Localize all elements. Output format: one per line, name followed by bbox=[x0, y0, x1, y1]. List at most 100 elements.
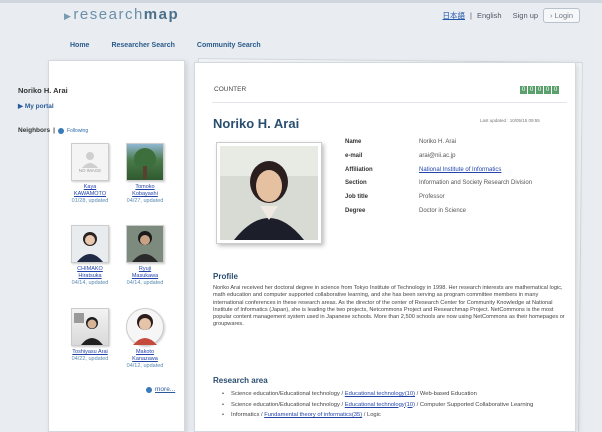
person-photo-thumbnail bbox=[126, 308, 164, 346]
person-icon bbox=[133, 314, 157, 345]
neighbor-name[interactable]: Kaya bbox=[62, 184, 118, 191]
research-area-topic: / Computer Supported Collaborative Learn… bbox=[415, 401, 534, 408]
counter-digit: 0 bbox=[552, 86, 559, 94]
neighbor-updated: 04/14, updated bbox=[71, 279, 109, 286]
logo-map-text: map bbox=[143, 6, 180, 23]
counter-digit: 0 bbox=[544, 86, 551, 94]
neighbor-card[interactable]: Ryuji Masukawa 04/14, updated bbox=[117, 225, 173, 287]
research-area-item: Informatics / Fundamental theory of info… bbox=[222, 412, 567, 420]
counter-digit: 0 bbox=[536, 86, 543, 94]
signup-link[interactable]: Sign up bbox=[513, 11, 538, 20]
following-link[interactable]: Following bbox=[67, 128, 88, 134]
main-nav: Home Researcher Search Community Search bbox=[70, 42, 261, 49]
nav-researcher-search[interactable]: Researcher Search bbox=[111, 42, 174, 49]
japanese-link[interactable]: 日本語 bbox=[443, 10, 466, 21]
neighbor-name[interactable]: CHIMAKO bbox=[62, 266, 118, 273]
person-icon bbox=[74, 313, 103, 345]
login-arrow-icon: › bbox=[550, 11, 553, 20]
counter-label: COUNTER bbox=[214, 86, 247, 93]
last-updated: Last updated : 10/05/15 09:55 bbox=[480, 118, 540, 123]
research-area-link[interactable]: Educational technology(10) bbox=[345, 391, 415, 397]
info-row-name: Name Noriko H. Arai bbox=[345, 139, 570, 147]
user-silhouette-icon bbox=[82, 152, 98, 169]
person-photo-thumbnail bbox=[71, 225, 109, 263]
info-key: Section bbox=[345, 180, 367, 187]
sidebar-user-name: Noriko H. Arai bbox=[18, 86, 68, 95]
profile-description: Noriko Arai received her doctoral degree… bbox=[213, 285, 565, 328]
nav-home[interactable]: Home bbox=[70, 42, 89, 49]
neighbor-name[interactable]: Masukawa bbox=[117, 273, 173, 280]
neighbors-header: Neighbors | Following bbox=[18, 127, 88, 134]
person-icon bbox=[132, 231, 158, 262]
neighbor-updated: 04/14, updated bbox=[126, 279, 164, 286]
more-neighbors-link[interactable]: more... bbox=[146, 386, 175, 393]
neighbor-card[interactable]: CHIMAKO Hiratsuka 04/14, updated bbox=[62, 225, 118, 287]
info-key: Degree bbox=[345, 207, 366, 214]
info-key: e-mail bbox=[345, 152, 363, 159]
info-value: Professor bbox=[419, 194, 445, 201]
nav-community-search[interactable]: Community Search bbox=[197, 42, 261, 49]
counter-digit: 0 bbox=[520, 86, 527, 94]
info-row-affiliation: Affiliation National Institute of Inform… bbox=[345, 167, 570, 175]
link-separator: | bbox=[470, 11, 472, 20]
browser-top-strip bbox=[0, 0, 602, 3]
neighbor-updated: 04/22, updated bbox=[71, 355, 109, 362]
top-links: 日本語 | English Sign up › Login bbox=[443, 8, 580, 23]
research-area-item: Science education/Educational technology… bbox=[222, 402, 567, 410]
neighbor-name[interactable]: Makoto bbox=[117, 349, 173, 356]
my-portal-label: My portal bbox=[24, 103, 54, 110]
affiliation-link[interactable]: National Institute of Informatics bbox=[419, 167, 501, 175]
research-area-category: Science education/Educational technology… bbox=[231, 401, 345, 408]
research-area-link[interactable]: Educational technology(10) bbox=[345, 402, 415, 408]
english-link[interactable]: English bbox=[477, 11, 502, 20]
neighbors-label: Neighbors bbox=[18, 127, 51, 134]
no-image-thumbnail: NO IMAGE bbox=[71, 143, 109, 181]
header-divider bbox=[212, 102, 567, 103]
researchmap-logo[interactable]: ▶researchmap bbox=[64, 6, 179, 23]
profile-section-title: Profile bbox=[213, 272, 238, 281]
research-area-topic: / Logic bbox=[362, 412, 381, 419]
neighbor-name[interactable]: KAWAMOTO bbox=[62, 191, 118, 198]
email-value: arai@nii.ac.jp bbox=[419, 152, 456, 159]
neighbor-card[interactable]: Makoto Kanazawa 04/12, updated bbox=[117, 308, 173, 370]
following-icon bbox=[57, 127, 64, 134]
neighbor-name[interactable]: Kanazawa bbox=[117, 356, 173, 363]
info-key: Name bbox=[345, 139, 362, 145]
neighbor-updated: 01/28, updated bbox=[71, 197, 109, 204]
triangle-right-icon: ▶ bbox=[18, 103, 23, 110]
logo-research-text: research bbox=[73, 6, 144, 23]
info-value: Information and Society Research Divisio… bbox=[419, 180, 533, 187]
my-portal-link[interactable]: ▶ My portal bbox=[18, 102, 54, 110]
profile-info: Name Noriko H. Arai e-mail arai@nii.ac.j… bbox=[345, 139, 570, 222]
neighbor-card[interactable]: NO IMAGE Kaya KAWAMOTO 01/28, updated bbox=[62, 143, 118, 205]
neighbor-updated: 04/27, updated bbox=[126, 197, 164, 204]
research-area-list: Science education/Educational technology… bbox=[222, 391, 567, 423]
info-row-job-title: Job title Professor bbox=[345, 194, 570, 202]
neighbors-divider: | bbox=[53, 127, 55, 134]
neighbor-card[interactable]: Toshiyasu Arai 04/22, updated bbox=[62, 308, 118, 363]
research-area-link[interactable]: Fundamental theory of informatics(35) bbox=[264, 412, 362, 418]
info-key: Affiliation bbox=[345, 166, 373, 173]
neighbor-card[interactable]: Tomoko Kobayashi 04/27, updated bbox=[117, 143, 173, 205]
profile-photo bbox=[216, 142, 322, 244]
neighbor-name[interactable]: Kobayashi bbox=[117, 191, 173, 198]
research-area-category: Science education/Educational technology… bbox=[231, 391, 345, 397]
neighbor-name[interactable]: Ryuji bbox=[117, 266, 173, 273]
neighbor-name[interactable]: Hiratsuka bbox=[62, 273, 118, 280]
login-button[interactable]: › Login bbox=[543, 8, 580, 23]
counter-digits: 0 0 0 0 0 bbox=[520, 86, 559, 94]
neighbor-updated: 04/12, updated bbox=[126, 362, 164, 369]
more-label: more... bbox=[155, 386, 176, 393]
neighbor-name[interactable]: Toshiyasu Arai bbox=[62, 349, 118, 356]
no-image-label: NO IMAGE bbox=[78, 168, 102, 174]
info-row-email: e-mail arai@nii.ac.jp bbox=[345, 153, 570, 161]
info-value: Noriko H. Arai bbox=[419, 139, 457, 145]
neighbor-name[interactable]: Tomoko bbox=[117, 184, 173, 191]
person-photo-thumbnail bbox=[126, 225, 164, 263]
profile-portrait-image bbox=[220, 146, 318, 240]
tree-photo-thumbnail bbox=[126, 143, 164, 181]
research-area-title: Research area bbox=[213, 376, 268, 385]
more-icon bbox=[146, 386, 152, 393]
counter-digit: 0 bbox=[528, 86, 535, 94]
info-row-degree: Degree Doctor in Science bbox=[345, 208, 570, 216]
